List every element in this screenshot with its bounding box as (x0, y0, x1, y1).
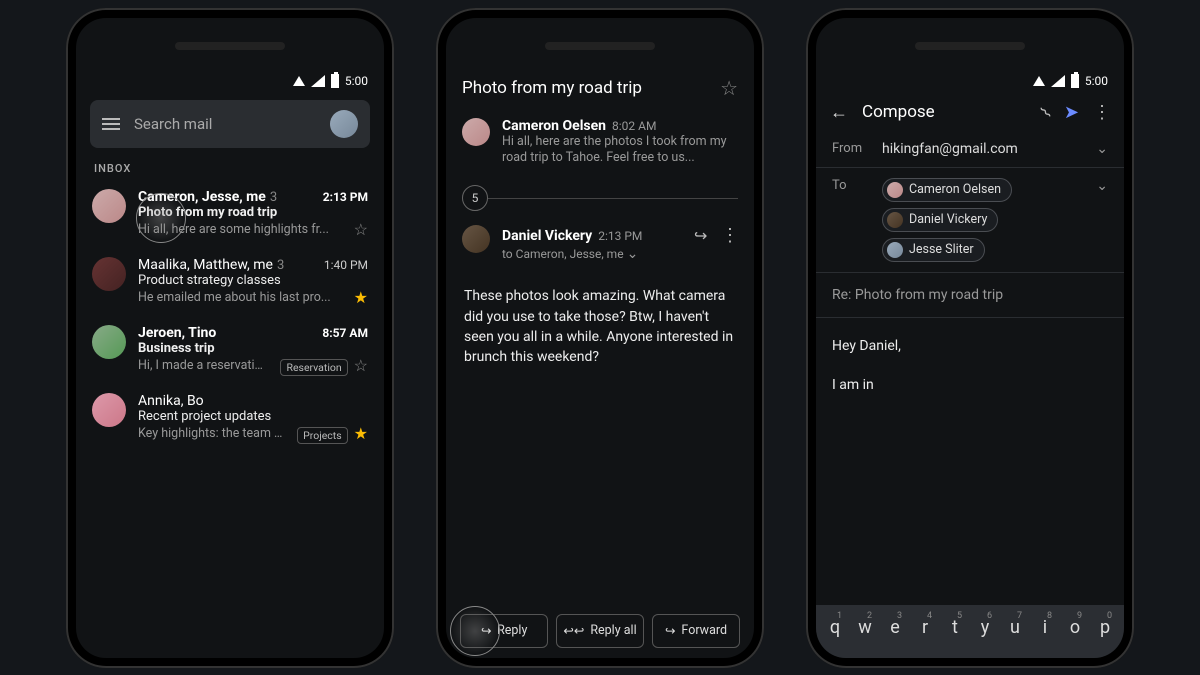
recipient-chip[interactable]: Cameron Oelsen (882, 178, 1012, 202)
collapsed-message[interactable]: Cameron Oelsen8:02 AM Hi all, here are t… (446, 112, 754, 178)
sender-avatar (92, 257, 126, 291)
from-field[interactable]: From hikingfan@gmail.com ⌄ (816, 131, 1124, 168)
wifi-icon (1033, 76, 1045, 86)
mail-time: 1:40 PM (324, 258, 368, 272)
mail-senders: Jeroen, Tino (138, 325, 216, 341)
reply-all-button[interactable]: ↩↩Reply all (556, 614, 644, 648)
mail-senders: Maalika, Matthew, me3 (138, 257, 284, 273)
chevron-down-icon[interactable]: ⌄ (1096, 178, 1108, 194)
mail-time: 8:57 AM (322, 326, 368, 340)
key[interactable]: 2w (850, 611, 880, 644)
key[interactable]: 1q (820, 611, 850, 644)
expanded-message-header[interactable]: Daniel Vickery2:13 PM ↩ ⋮ to Cameron, Je… (446, 219, 754, 272)
chevron-down-icon[interactable]: ⌄ (1096, 141, 1108, 157)
wifi-icon (293, 76, 305, 86)
key[interactable]: 4r (910, 611, 940, 644)
key[interactable]: 3e (880, 611, 910, 644)
search-placeholder[interactable]: Search mail (134, 115, 316, 133)
mail-snippet: Hi all, here are some highlights fr... (138, 222, 329, 237)
thread-screen: Photo from my road trip ☆ Cameron Oelsen… (446, 18, 754, 658)
message-recipients[interactable]: to Cameron, Jesse, me ⌄ (502, 246, 738, 262)
recipient-chip[interactable]: Jesse Sliter (882, 238, 985, 262)
star-icon[interactable]: ★ (354, 424, 368, 443)
status-bar: 5:00 (816, 66, 1124, 92)
message-sender: Daniel Vickery2:13 PM (502, 228, 642, 244)
inbox-screen: 5:00 Search mail INBOX Cameron, Jesse, m… (76, 18, 384, 658)
mail-subject: Recent project updates (138, 409, 368, 424)
star-icon[interactable]: ☆ (354, 356, 368, 375)
status-time: 5:00 (345, 74, 368, 88)
key[interactable]: 6y (970, 611, 1000, 644)
send-icon[interactable]: ➤ (1064, 102, 1079, 123)
mail-snippet: He emailed me about his last pro... (138, 290, 331, 305)
label-chip: Reservation (280, 359, 347, 376)
compose-screen: 5:00 ← Compose ⌇ ➤ ⋮ From hikingfan@gmai… (816, 18, 1124, 658)
attach-icon[interactable]: ⌇ (1037, 103, 1056, 122)
sender-avatar (92, 189, 126, 223)
star-icon[interactable]: ★ (354, 288, 368, 307)
compose-body[interactable]: Hey Daniel, I am in (816, 318, 1124, 414)
star-icon[interactable]: ☆ (354, 220, 368, 239)
compose-title: Compose (862, 102, 1028, 122)
collapsed-count[interactable]: 5 (462, 185, 738, 211)
subject-field[interactable]: Re: Photo from my road trip (816, 273, 1124, 318)
phone-thread: Photo from my road trip ☆ Cameron Oelsen… (436, 8, 764, 668)
to-field[interactable]: To Cameron Oelsen Daniel Vickery Jesse S… (816, 168, 1124, 273)
status-bar: 5:00 (76, 66, 384, 92)
key[interactable]: 5t (940, 611, 970, 644)
back-icon[interactable]: ← (830, 102, 848, 123)
battery-icon (331, 74, 339, 88)
mail-snippet: Hi, I made a reservatio... (138, 358, 268, 373)
mail-subject: Product strategy classes (138, 273, 368, 288)
star-icon[interactable]: ☆ (720, 76, 738, 100)
mail-item[interactable]: Cameron, Jesse, me3 2:13 PM Photo from m… (76, 181, 384, 249)
mail-subject: Photo from my road trip (138, 205, 368, 220)
forward-button[interactable]: ↪Forward (652, 614, 740, 648)
keyboard[interactable]: 1q 2w 3e 4r 5t 6y 7u 8i 9o 0p (816, 605, 1124, 658)
mail-time: 2:13 PM (323, 190, 368, 204)
message-body: These photos look amazing. What camera d… (446, 272, 754, 381)
key[interactable]: 7u (1000, 611, 1030, 644)
key[interactable]: 0p (1090, 611, 1120, 644)
sender-avatar (462, 225, 490, 253)
status-time: 5:00 (1085, 74, 1108, 88)
message-actions: ↩Reply ↩↩Reply all ↪Forward (446, 604, 754, 658)
account-avatar[interactable] (330, 110, 358, 138)
phone-inbox: 5:00 Search mail INBOX Cameron, Jesse, m… (66, 8, 394, 668)
reply-icon[interactable]: ↩ (694, 226, 707, 245)
key[interactable]: 9o (1060, 611, 1090, 644)
mail-subject: Business trip (138, 341, 368, 356)
battery-icon (1071, 74, 1079, 88)
thread-title: Photo from my road trip (462, 78, 642, 98)
mail-senders: Annika, Bo (138, 393, 204, 409)
more-icon[interactable]: ⋮ (721, 225, 738, 246)
sender-avatar (462, 118, 490, 146)
search-bar[interactable]: Search mail (90, 100, 370, 148)
key[interactable]: 8i (1030, 611, 1060, 644)
label-chip: Projects (297, 427, 348, 444)
mail-senders: Cameron, Jesse, me3 (138, 189, 277, 205)
mail-item[interactable]: Annika, Bo Recent project updates Key hi… (76, 385, 384, 453)
message-sender: Cameron Oelsen8:02 AM (502, 118, 738, 134)
menu-icon[interactable] (102, 118, 120, 130)
sender-avatar (92, 393, 126, 427)
mail-snippet: Key highlights: the team h... (138, 426, 285, 441)
mail-item[interactable]: Jeroen, Tino 8:57 AM Business trip Hi, I… (76, 317, 384, 385)
reply-button[interactable]: ↩Reply (460, 614, 548, 648)
inbox-label: INBOX (76, 158, 384, 181)
sender-avatar (92, 325, 126, 359)
more-icon[interactable]: ⋮ (1093, 102, 1110, 123)
phone-compose: 5:00 ← Compose ⌇ ➤ ⋮ From hikingfan@gmai… (806, 8, 1134, 668)
signal-icon (311, 75, 325, 87)
mail-item[interactable]: Maalika, Matthew, me3 1:40 PM Product st… (76, 249, 384, 317)
message-snippet: Hi all, here are the photos I took from … (502, 134, 738, 168)
signal-icon (1051, 75, 1065, 87)
recipient-chip[interactable]: Daniel Vickery (882, 208, 998, 232)
